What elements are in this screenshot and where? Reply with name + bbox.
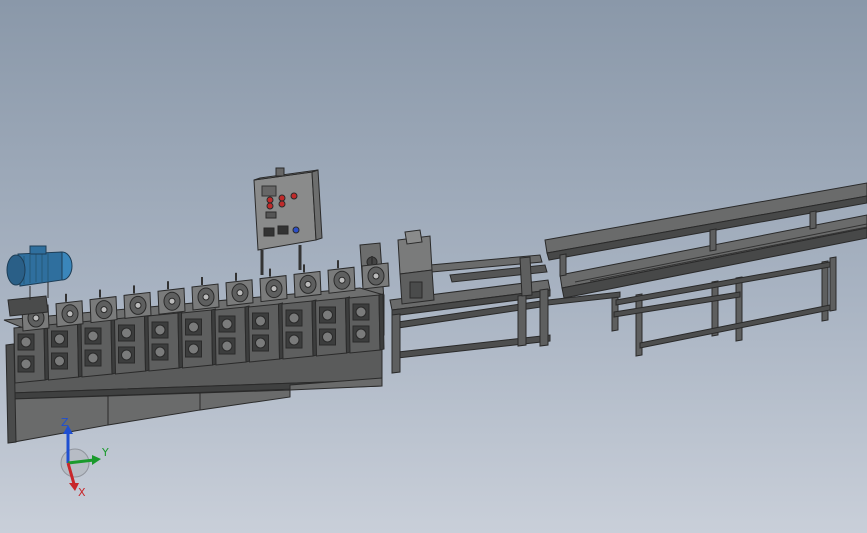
upper-roll bbox=[293, 264, 322, 298]
blue-button bbox=[292, 226, 300, 234]
y-axis-label: Y bbox=[101, 446, 109, 459]
upper-roll bbox=[123, 285, 152, 319]
coordinate-triad: Z Y X bbox=[60, 418, 109, 498]
upper-roll bbox=[327, 260, 356, 294]
forming-station bbox=[13, 323, 50, 384]
runout-table-far bbox=[544, 182, 867, 357]
upper-roll bbox=[259, 268, 288, 303]
forming-station bbox=[214, 305, 251, 366]
upper-roll bbox=[191, 277, 220, 311]
forming-station bbox=[113, 314, 151, 375]
forming-station bbox=[247, 302, 285, 363]
forming-station bbox=[348, 293, 385, 354]
z-axis-label: Z bbox=[61, 418, 69, 429]
forming-station bbox=[147, 311, 184, 372]
forming-station bbox=[314, 296, 352, 357]
forming-station bbox=[46, 320, 84, 381]
forming-station bbox=[281, 299, 318, 360]
upper-roll bbox=[55, 293, 84, 328]
3d-model-view[interactable] bbox=[0, 0, 867, 533]
x-axis-label: X bbox=[78, 486, 86, 498]
red-button bbox=[290, 192, 298, 200]
red-button bbox=[266, 196, 274, 204]
red-button bbox=[278, 194, 286, 202]
forming-station bbox=[180, 308, 218, 369]
control-cabinet bbox=[253, 167, 323, 275]
graphics-viewport[interactable]: Z Y X bbox=[0, 0, 867, 533]
cutoff-table bbox=[359, 229, 551, 374]
upper-roll bbox=[225, 272, 254, 307]
red-button bbox=[266, 202, 274, 210]
forming-station bbox=[80, 317, 117, 378]
upper-roll bbox=[89, 289, 118, 324]
upper-roll bbox=[157, 281, 186, 315]
red-button bbox=[278, 200, 286, 208]
